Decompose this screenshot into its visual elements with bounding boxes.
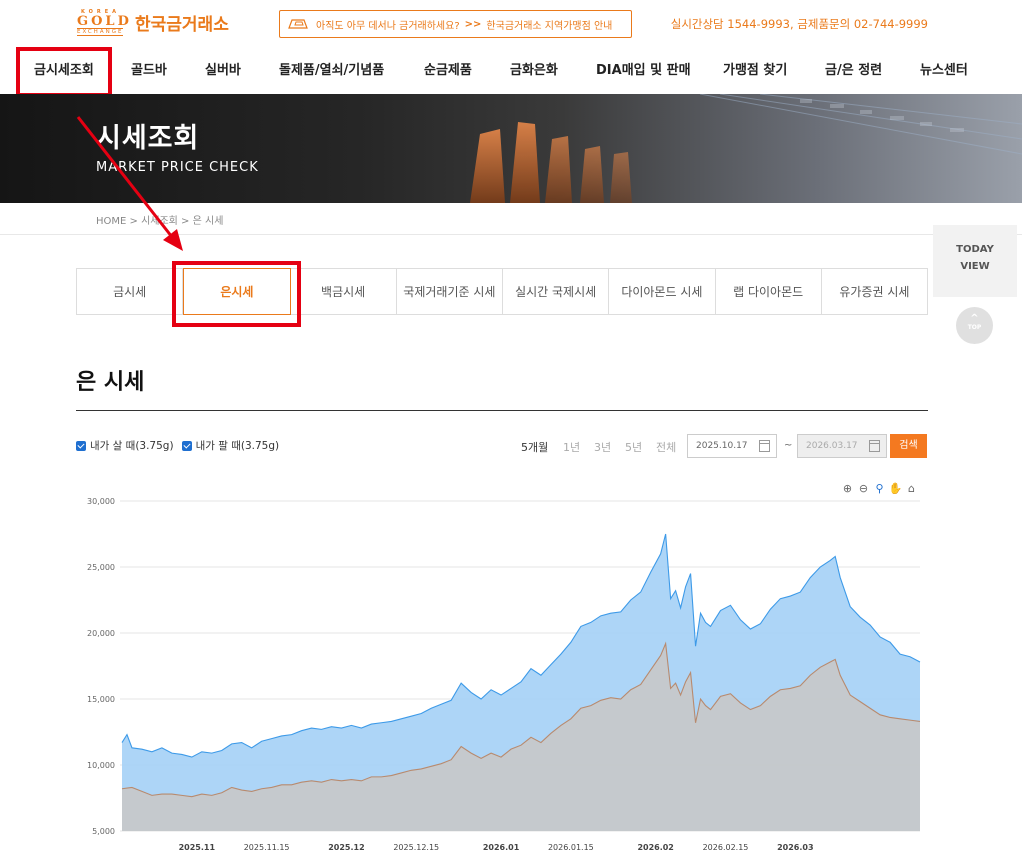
- x-tick-label: 2026.03: [777, 843, 813, 852]
- nav-item-find-store[interactable]: 가맹점 찾기: [723, 48, 787, 94]
- sell-checkbox[interactable]: [181, 440, 192, 451]
- nav-item-refining[interactable]: 금/은 정련: [825, 48, 882, 94]
- nav-item-pure-gold[interactable]: 순금제품: [424, 48, 472, 94]
- y-tick-label: 25,000: [87, 563, 115, 572]
- breadcrumb: HOME > 시세조회 > 은 시세: [96, 216, 224, 227]
- banner-subtitle: MARKET PRICE CHECK: [96, 160, 259, 175]
- y-tick-label: 30,000: [87, 497, 115, 506]
- x-tick-label: 2025.11.15: [244, 843, 290, 852]
- banner-title: 시세조회: [96, 123, 200, 154]
- sell-checkbox-label[interactable]: 내가 팔 때(3.75g): [196, 438, 280, 453]
- breadcrumb-divider: [0, 234, 1022, 235]
- x-tick-label: 2025.12.15: [393, 843, 439, 852]
- contact-info: 실시간상담 1544-9993, 금제품문의 02-744-9999: [670, 17, 928, 31]
- today-view-line2: VIEW: [960, 261, 990, 272]
- y-tick-label: 20,000: [87, 629, 115, 638]
- tab-diamond-price[interactable]: 다이아몬드 시세: [609, 269, 716, 314]
- tab-gold-price[interactable]: 금시세: [77, 269, 184, 314]
- top-button-label: TOP: [967, 324, 982, 331]
- date-from-input[interactable]: 2025.10.17: [687, 434, 777, 458]
- date-to-value: 2026.03.17: [806, 441, 858, 451]
- series-checkboxes: 내가 살 때(3.75g) 내가 팔 때(3.75g): [76, 438, 287, 453]
- search-button[interactable]: 검색: [890, 434, 927, 458]
- silver-price-chart: 5,000 10,000 15,000 20,000 25,000 30,000 2025.…: [87, 497, 921, 852]
- section-title: 은 시세: [76, 370, 145, 395]
- tab-international-standard[interactable]: 국제거래기준 시세: [397, 269, 503, 314]
- y-tick-label: 15,000: [87, 695, 115, 704]
- scroll-top-button[interactable]: ^ TOP: [956, 307, 993, 344]
- gold-bar-icon: [288, 18, 310, 30]
- x-tick-label: 2025.11: [179, 843, 216, 852]
- notice-text: 아직도 아무 데서나 금거래하세요?: [316, 20, 460, 32]
- y-tick-label: 5,000: [92, 827, 115, 836]
- tab-highlight-box: [172, 261, 301, 327]
- date-range-separator: ~: [784, 440, 793, 451]
- today-view-line1: TODAY: [956, 244, 994, 255]
- calendar-icon[interactable]: [759, 440, 770, 452]
- buy-checkbox[interactable]: [76, 440, 86, 451]
- notice-arrows-icon: >>: [464, 18, 482, 30]
- range-1y[interactable]: 1년: [563, 439, 580, 455]
- nav-item-dol-products[interactable]: 돌제품/열쇠/기념품: [279, 48, 384, 94]
- today-view-panel[interactable]: TODAY VIEW: [933, 225, 1017, 297]
- logo-name: 한국금거래소: [135, 14, 229, 35]
- range-3y[interactable]: 3년: [594, 439, 611, 455]
- x-tick-label: 2026.02.15: [703, 843, 749, 852]
- x-tick-label: 2025.12: [328, 843, 364, 852]
- nav-highlight-box: [16, 47, 112, 97]
- x-tick-label: 2026.01: [483, 843, 520, 852]
- buy-checkbox-label[interactable]: 내가 살 때(3.75g): [90, 438, 174, 453]
- notice-link[interactable]: 한국금거래소 지역가맹점 안내: [486, 17, 612, 32]
- hero-banner: 시세조회 MARKET PRICE CHECK: [0, 94, 1022, 203]
- logo-exchange-text: EXCHANGE: [77, 28, 124, 36]
- date-from-value: 2025.10.17: [696, 441, 748, 451]
- tab-realtime-international[interactable]: 실시간 국제시세: [503, 269, 610, 314]
- y-tick-label: 10,000: [87, 761, 115, 770]
- nav-item-news[interactable]: 뉴스센터: [920, 48, 968, 94]
- range-5m[interactable]: 5개월: [521, 439, 548, 455]
- nav-item-silver-bar[interactable]: 실버바: [205, 48, 241, 94]
- nav-item-gold-bar[interactable]: 골드바: [131, 48, 167, 94]
- date-to-input[interactable]: 2026.03.17: [797, 434, 887, 458]
- tab-securities-price[interactable]: 유가증권 시세: [822, 269, 927, 314]
- nav-item-dia[interactable]: DIA매입 및 판매: [596, 48, 691, 94]
- x-tick-label: 2026.01.15: [548, 843, 594, 852]
- x-tick-label: 2026.02: [637, 843, 673, 852]
- franchise-notice-banner[interactable]: 아직도 아무 데서나 금거래하세요? >> 한국금거래소 지역가맹점 안내: [279, 10, 632, 38]
- tab-lab-diamond[interactable]: 랩 다이아몬드: [716, 269, 822, 314]
- range-5y[interactable]: 5년: [625, 439, 642, 455]
- main-nav: 금시세조회 골드바 실버바 돌제품/열쇠/기념품 순금제품 금화은화 DIA매입…: [0, 48, 1022, 94]
- logo-mark: KOREA GOLD EXCHANGE: [77, 9, 132, 36]
- calendar-icon[interactable]: [869, 440, 880, 452]
- caret-up-icon: ^: [970, 313, 979, 324]
- tab-platinum-price[interactable]: 백금시세: [291, 269, 397, 314]
- top-header: KOREA GOLD EXCHANGE 한국금거래소 아직도 아무 데서나 금거…: [0, 0, 1022, 48]
- section-divider: [76, 410, 928, 411]
- nav-item-coins[interactable]: 금화은화: [510, 48, 558, 94]
- logo-gold-text: GOLD: [77, 14, 132, 29]
- range-all[interactable]: 전체: [656, 439, 676, 455]
- logo[interactable]: KOREA GOLD EXCHANGE 한국금거래소: [77, 9, 229, 36]
